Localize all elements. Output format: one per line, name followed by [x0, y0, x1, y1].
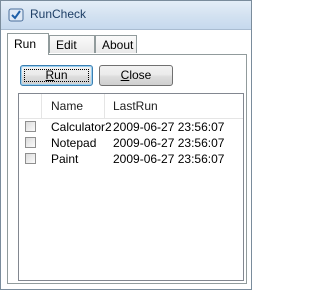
program-list[interactable]: Name LastRun Calculator2 2009-06-27 23:5… — [18, 93, 244, 281]
close-button[interactable]: Close — [99, 65, 173, 86]
list-row[interactable]: Notepad 2009-06-27 23:56:07 — [19, 135, 243, 151]
tab-run[interactable]: Run — [7, 33, 49, 55]
close-button-label: Close — [121, 68, 152, 82]
run-button[interactable]: Run — [20, 65, 93, 86]
list-rows: Calculator2 2009-06-27 23:56:07 Notepad … — [19, 119, 243, 167]
runcheck-window: RunCheck Run Edit About Run Close Name L… — [0, 0, 252, 290]
row-checkbox[interactable] — [25, 121, 36, 132]
row-lastrun: 2009-06-27 23:56:07 — [113, 120, 225, 134]
tab-about[interactable]: About — [95, 35, 137, 53]
row-lastrun: 2009-06-27 23:56:07 — [113, 136, 225, 150]
row-name: Calculator2 — [51, 120, 112, 134]
tab-panel-run: Run Close Name LastRun Calculator2 2009-… — [7, 54, 247, 284]
title-bar[interactable]: RunCheck — [1, 1, 251, 30]
tab-edit[interactable]: Edit — [49, 35, 95, 53]
close-label-rest: lose — [129, 68, 152, 82]
list-header: Name LastRun — [19, 94, 243, 119]
window-title: RunCheck — [30, 7, 87, 21]
row-name: Notepad — [51, 136, 97, 150]
row-checkbox[interactable] — [25, 137, 36, 148]
client-area: Run Edit About Run Close Name LastRun Ca… — [1, 30, 251, 289]
row-checkbox[interactable] — [25, 153, 36, 164]
list-row[interactable]: Calculator2 2009-06-27 23:56:07 — [19, 119, 243, 135]
column-header-lastrun[interactable]: LastRun — [105, 94, 243, 118]
column-header-check[interactable] — [19, 94, 42, 118]
column-header-name[interactable]: Name — [42, 94, 105, 118]
row-name: Paint — [51, 152, 79, 166]
check-app-icon — [8, 8, 24, 22]
row-lastrun: 2009-06-27 23:56:07 — [113, 152, 225, 166]
list-row[interactable]: Paint 2009-06-27 23:56:07 — [19, 151, 243, 167]
focus-rectangle — [24, 69, 89, 82]
